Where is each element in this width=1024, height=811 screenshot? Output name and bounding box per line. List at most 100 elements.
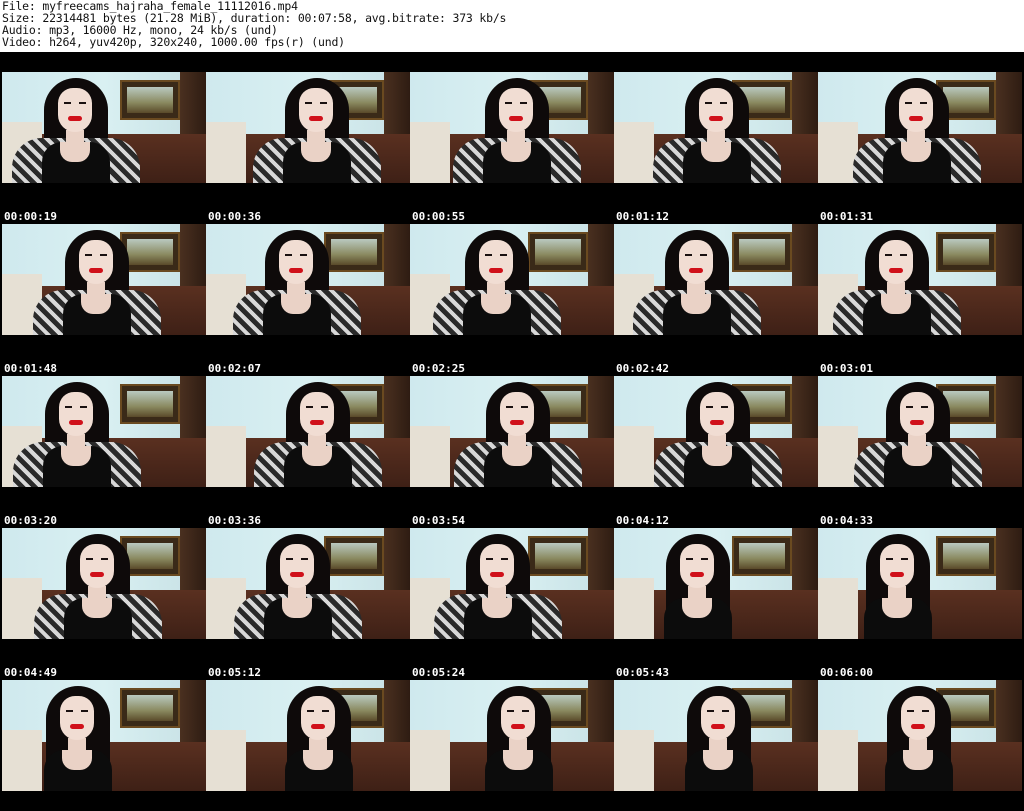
subject-chest xyxy=(81,294,111,314)
thumbnail: 00:05:43 xyxy=(614,528,818,680)
thumbnail: 00:06:38 xyxy=(206,680,410,811)
thumbnail: 00:05:12 xyxy=(206,528,410,680)
subject-eye xyxy=(300,254,307,256)
subject-lips xyxy=(69,420,83,425)
subject-eye xyxy=(686,558,693,560)
subject-lips xyxy=(910,420,924,425)
thumbnail-timestamp: 00:03:54 xyxy=(412,514,465,527)
subject xyxy=(623,72,818,183)
subject-lips xyxy=(890,572,904,577)
thumbnail: 00:03:36 xyxy=(206,376,410,528)
subject-lips xyxy=(490,572,504,577)
subject-chest xyxy=(503,750,533,770)
thumbnail: 00:06:54 xyxy=(410,680,614,811)
subject-lips xyxy=(489,268,503,273)
subject-chest xyxy=(282,598,312,618)
thumbnail-timestamp: 00:02:07 xyxy=(208,362,261,375)
subject-face xyxy=(479,240,513,284)
subject xyxy=(223,72,410,183)
subject xyxy=(425,680,614,791)
subject-chest xyxy=(482,598,512,618)
video-frame xyxy=(2,528,206,639)
subject-chest xyxy=(881,294,911,314)
subject-face xyxy=(79,240,113,284)
video-frame xyxy=(818,72,1022,183)
subject-eye xyxy=(85,254,92,256)
subject-eye xyxy=(301,558,308,560)
video-frame xyxy=(410,376,614,487)
subject-eye xyxy=(505,102,512,104)
video-frame xyxy=(614,376,818,487)
subject xyxy=(818,528,1008,639)
subject-face xyxy=(880,544,914,588)
subject-eye xyxy=(922,710,929,712)
subject-eye xyxy=(307,710,314,712)
subject-face xyxy=(499,88,533,132)
subject-face xyxy=(480,544,514,588)
thumbnail-timestamp: 00:01:31 xyxy=(820,210,873,223)
subject xyxy=(206,528,408,639)
subject xyxy=(614,224,807,335)
subject xyxy=(825,680,1022,791)
subject-chest xyxy=(901,142,931,162)
subject-neck xyxy=(88,586,106,600)
subject-neck xyxy=(66,130,84,144)
subject-neck xyxy=(308,434,326,448)
thumbnail: 00:03:20 xyxy=(2,376,206,528)
subject-eye xyxy=(285,254,292,256)
subject-eye xyxy=(700,254,707,256)
subject-neck xyxy=(68,738,86,752)
subject-chest xyxy=(302,446,332,466)
subject xyxy=(614,528,808,639)
subject-neck xyxy=(509,738,527,752)
subject xyxy=(410,528,608,639)
subject-lips xyxy=(711,724,725,729)
subject xyxy=(424,376,614,487)
subject xyxy=(2,680,188,791)
subject-lips xyxy=(709,116,723,121)
thumbnail: 00:05:24 xyxy=(410,528,614,680)
subject-eye xyxy=(901,558,908,560)
video-frame xyxy=(206,224,410,335)
thumbnail-timestamp: 00:02:25 xyxy=(412,362,465,375)
subject xyxy=(823,72,1022,183)
video-frame xyxy=(410,224,614,335)
subject-face xyxy=(80,544,114,588)
thumbnail: 00:03:54 xyxy=(410,376,614,528)
thumbnail-timestamp: 00:05:24 xyxy=(412,666,465,679)
subject xyxy=(410,224,607,335)
video-frame xyxy=(2,376,206,487)
subject-eye xyxy=(721,406,728,408)
subject-chest xyxy=(281,294,311,314)
subject-chest xyxy=(682,598,712,618)
subject-neck xyxy=(507,130,525,144)
subject-lips xyxy=(90,572,104,577)
subject-neck xyxy=(307,130,325,144)
subject-lips xyxy=(289,268,303,273)
video-frame xyxy=(410,528,614,639)
subject-lips xyxy=(68,116,82,121)
thumbnail: 00:03:01 xyxy=(818,224,1022,376)
subject-face xyxy=(680,544,714,588)
subject-lips xyxy=(911,724,925,729)
subject-face xyxy=(299,88,333,132)
video-frame xyxy=(614,680,818,791)
subject-face xyxy=(699,88,733,132)
thumbnail-timestamp: 00:01:12 xyxy=(616,210,669,223)
subject-face xyxy=(901,696,935,740)
subject-eye xyxy=(722,710,729,712)
subject-neck xyxy=(688,586,706,600)
subject-neck xyxy=(708,434,726,448)
subject-chest xyxy=(60,142,90,162)
subject-eye xyxy=(905,102,912,104)
video-info-line: Video: h264, yuv420p, 320x240, 1000.00 f… xyxy=(2,35,345,49)
subject-eye xyxy=(64,102,71,104)
subject-eye xyxy=(921,406,928,408)
subject-neck xyxy=(707,130,725,144)
subject-eye xyxy=(81,710,88,712)
subject xyxy=(224,376,410,487)
subject-neck xyxy=(488,586,506,600)
subject-eye xyxy=(885,254,892,256)
file-info-header: File: myfreecams_hajraha_female_11112016… xyxy=(0,0,1024,52)
subject-chest xyxy=(681,294,711,314)
